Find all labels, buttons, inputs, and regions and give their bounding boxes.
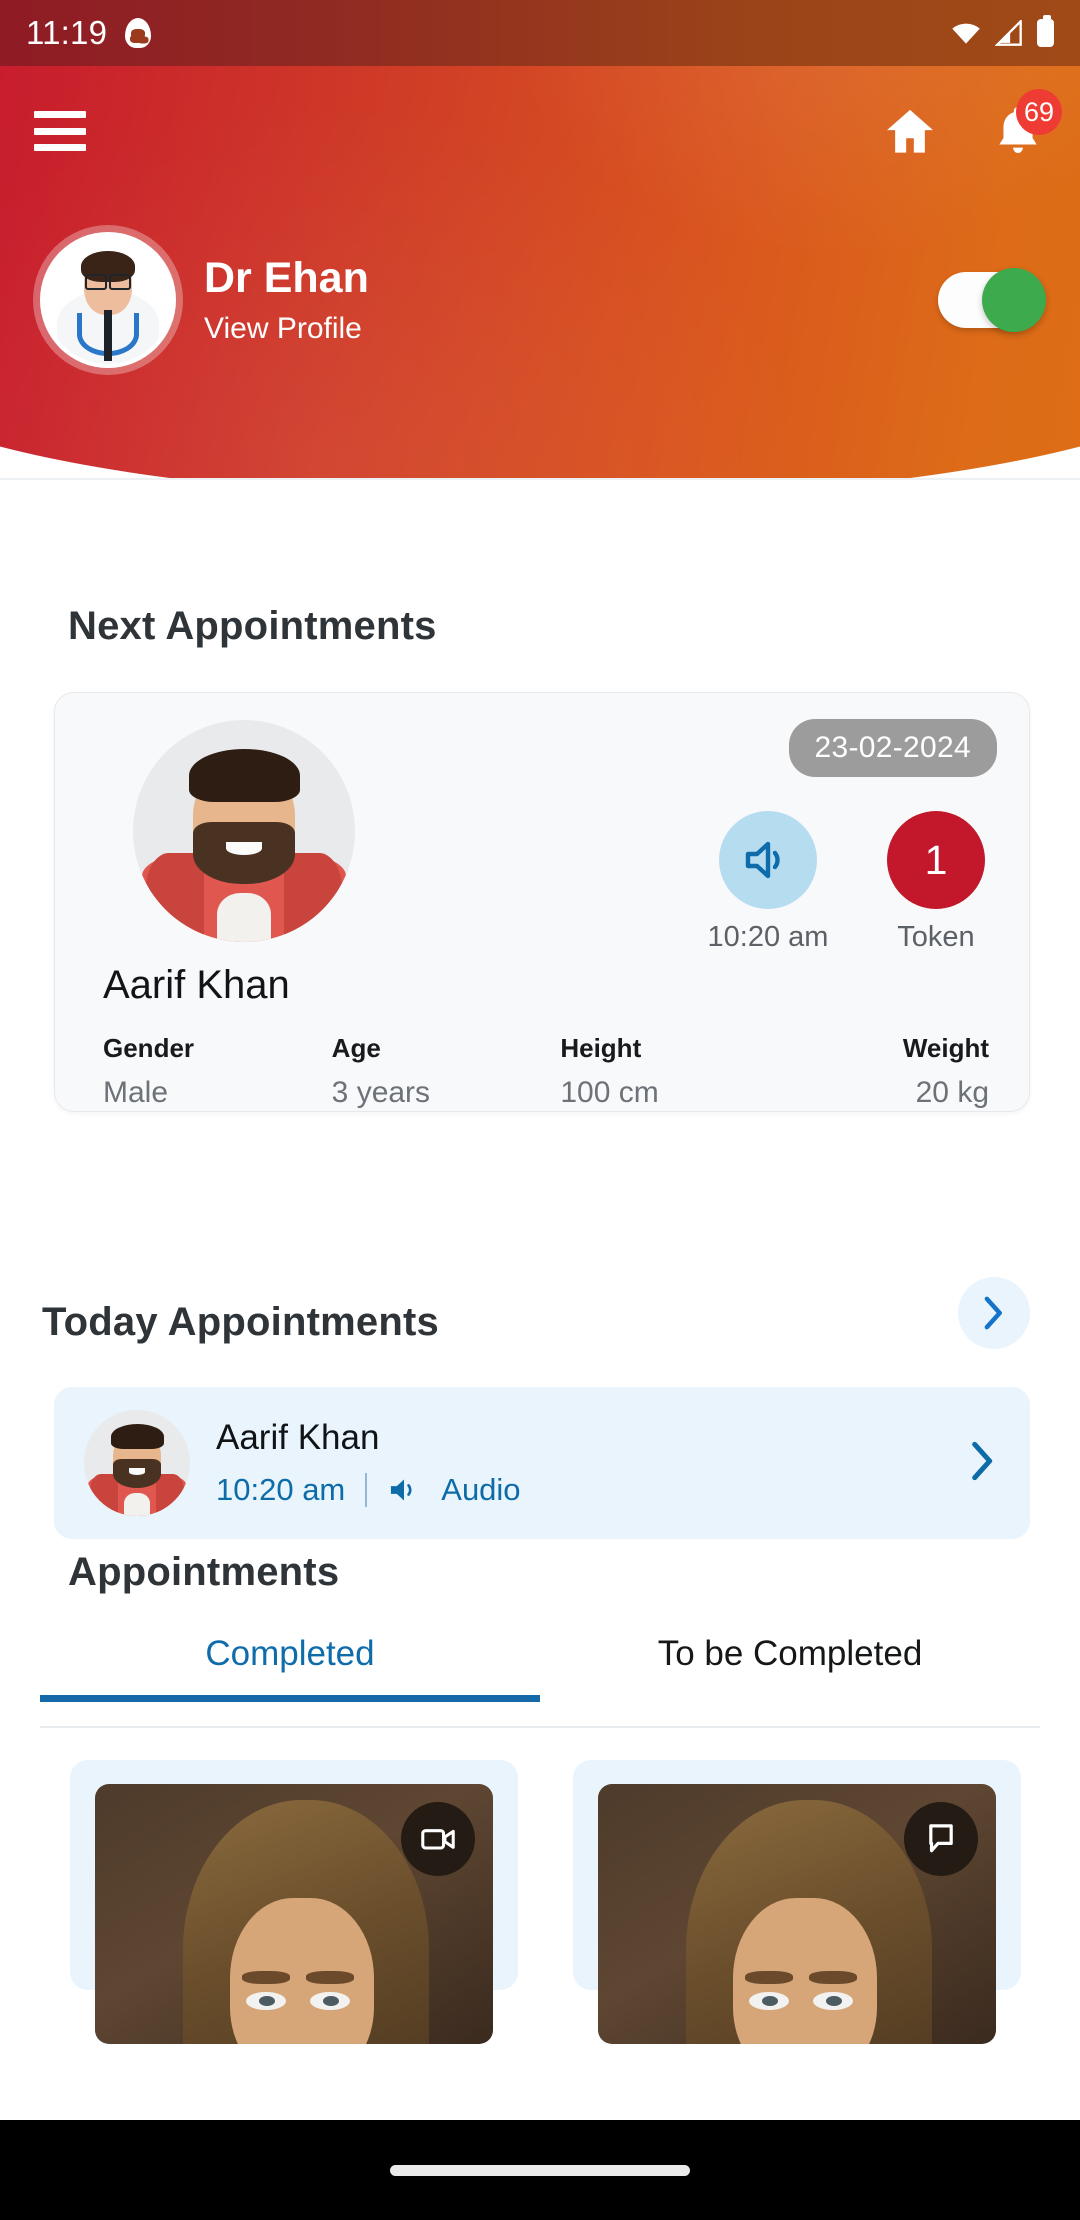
status-bar-clock: 11:19 — [26, 14, 108, 51]
header-toolbar: 69 — [0, 86, 1080, 176]
next-appointment-card[interactable]: 23-02-2024 10:20 am 1 Token Aarif Khan G… — [54, 692, 1030, 1112]
patient-stat-height: Height 100 cm — [560, 1033, 789, 1110]
availability-toggle-knob — [982, 268, 1046, 332]
main-content: Next Appointments 23-02-2024 10:20 am 1 … — [0, 482, 1080, 2120]
doctor-profile-row[interactable]: Dr Ehan View Profile — [0, 225, 1080, 375]
chevron-right-icon — [984, 1296, 1002, 1330]
token-label: Token — [897, 921, 975, 953]
appointment-date-badge: 23-02-2024 — [788, 719, 997, 777]
home-pill-indicator[interactable] — [390, 2164, 690, 2176]
appointment-time: 10:20 am — [707, 921, 829, 953]
doctor-avatar-image — [44, 236, 172, 364]
availability-toggle[interactable] — [938, 268, 1046, 332]
meta-divider — [365, 1473, 368, 1507]
wifi-icon — [952, 23, 980, 44]
stat-value: 100 cm — [560, 1076, 659, 1109]
appointments-tabs: Completed To be Completed — [40, 1634, 1040, 1702]
today-appointment-open-button[interactable] — [966, 1441, 1000, 1486]
appointments-grid — [70, 1760, 1021, 2044]
hamburger-menu-icon[interactable] — [34, 111, 86, 151]
doctor-avatar[interactable] — [40, 232, 176, 368]
doctor-name: Dr Ehan — [204, 253, 369, 302]
appointment-grid-card[interactable] — [70, 1760, 518, 2044]
patient-stat-age: Age 3 years — [332, 1033, 561, 1110]
stat-label: Age — [331, 1033, 381, 1063]
appointments-title: Appointments — [68, 1550, 340, 1594]
tabs-baseline — [40, 1726, 1040, 1728]
notification-count-badge: 69 — [1016, 89, 1062, 135]
token-number: 1 — [887, 811, 985, 909]
chat-badge[interactable] — [904, 1802, 978, 1876]
home-button[interactable] — [882, 103, 938, 159]
app-header: 69 Dr Ehan View Profile — [0, 0, 1080, 480]
stat-label: Weight — [902, 1033, 990, 1063]
status-bar: 11:19 — [0, 0, 1080, 66]
tab-completed[interactable]: Completed — [40, 1634, 540, 1702]
status-bar-left: 11:19 — [26, 14, 152, 52]
today-appointment-patient-name: Aarif Khan — [216, 1418, 380, 1457]
status-bar-right — [951, 15, 1054, 47]
ghost-notification-icon — [125, 18, 152, 48]
appointment-token-slot: 1 Token — [871, 811, 1001, 954]
patient-stat-gender: Gender Male — [103, 1033, 332, 1110]
stat-value: 20 kg — [915, 1076, 990, 1109]
view-profile-link[interactable]: View Profile — [204, 312, 369, 346]
next-appointment-patient-name: Aarif Khan — [103, 963, 290, 1007]
notifications-button[interactable]: 69 — [990, 89, 1062, 159]
tab-to-be-completed[interactable]: To be Completed — [540, 1634, 1040, 1702]
stat-label: Height — [560, 1033, 642, 1063]
today-appointment-meta: 10:20 am Audio — [216, 1472, 521, 1508]
video-camera-icon — [421, 1829, 455, 1850]
today-appointments-see-all-button[interactable] — [958, 1277, 1030, 1349]
today-appointment-avatar — [84, 1410, 190, 1516]
patient-stat-weight: Weight 20 kg — [789, 1033, 989, 1110]
stat-value: 3 years — [331, 1076, 431, 1109]
appointment-grid-photo — [598, 1784, 996, 2044]
next-appointments-title: Next Appointments — [68, 604, 437, 648]
patient-stats: Gender Male Age 3 years Height 100 cm We… — [103, 1033, 989, 1110]
today-appointment-info: Aarif Khan 10:20 am Audio — [216, 1418, 521, 1508]
header-divider — [0, 478, 1080, 480]
cellular-signal-icon — [995, 20, 1022, 46]
today-appointment-mode: Audio — [441, 1472, 521, 1507]
today-appointment-time: 10:20 am — [216, 1472, 346, 1507]
chat-bubble-icon — [929, 1824, 953, 1853]
chevron-right-icon — [972, 1441, 993, 1480]
doctor-profile-text: Dr Ehan View Profile — [204, 254, 369, 346]
video-call-badge[interactable] — [401, 1802, 475, 1876]
app-screen: 11:19 69 Dr Ehan View Profile Next Appoi… — [0, 0, 1080, 2220]
speaker-audio-icon — [391, 1479, 412, 1501]
header-actions: 69 — [882, 89, 1062, 159]
stat-label: Gender — [103, 1033, 195, 1063]
today-appointment-item[interactable]: Aarif Khan 10:20 am Audio — [54, 1387, 1030, 1539]
today-appointments-title: Today Appointments — [42, 1300, 439, 1344]
appointment-time-slot[interactable]: 10:20 am — [703, 811, 833, 954]
home-icon — [887, 109, 933, 153]
speaker-audio-icon — [745, 841, 780, 879]
appointment-slot-info: 10:20 am 1 Token — [703, 811, 1001, 954]
audio-mode-button[interactable] — [719, 811, 817, 909]
stat-value: Male — [103, 1076, 169, 1109]
next-appointment-patient-photo — [133, 720, 355, 942]
appointment-grid-photo — [95, 1784, 493, 2044]
system-navigation-bar — [0, 2120, 1080, 2220]
battery-icon — [1037, 15, 1054, 47]
appointment-grid-card[interactable] — [573, 1760, 1021, 2044]
